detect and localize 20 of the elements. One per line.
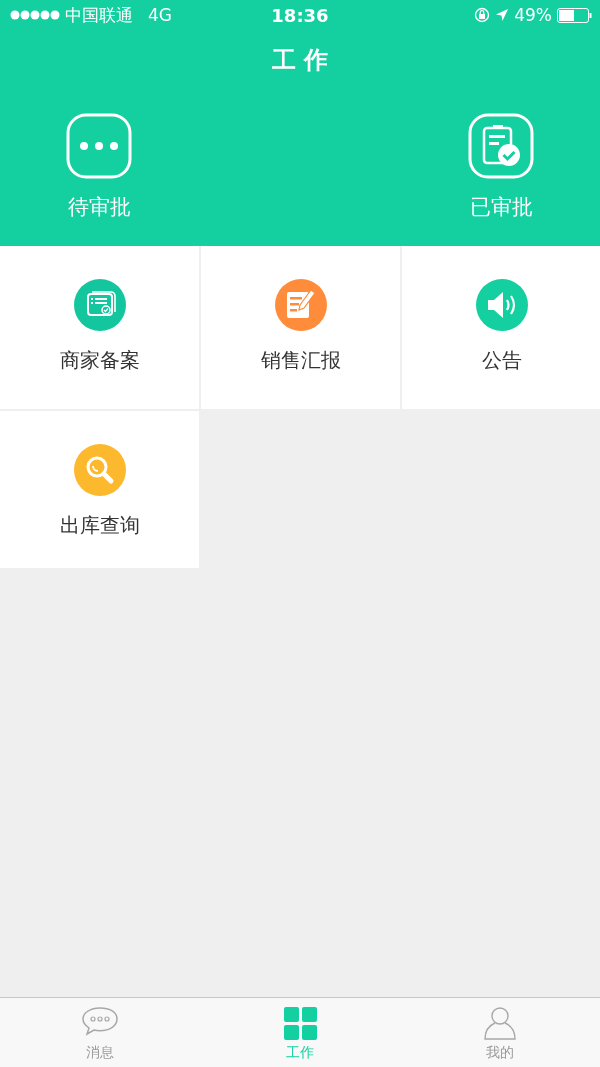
status-time: 18:36 xyxy=(271,4,329,26)
approved-button[interactable]: 已审批 xyxy=(468,113,534,221)
tab-item[interactable]: 我的 xyxy=(400,998,600,1067)
location-arrow-icon xyxy=(495,8,510,22)
battery-percent: 49% xyxy=(514,5,552,25)
grid-item[interactable]: 销售汇报 xyxy=(201,246,400,409)
network-type: 4G xyxy=(148,5,172,25)
tab-item[interactable]: 消息 xyxy=(0,998,200,1067)
page-title: 工 作 xyxy=(271,45,329,76)
battery-icon xyxy=(557,7,592,23)
grid-item[interactable]: 公告 xyxy=(402,246,600,409)
signal-icon xyxy=(10,10,60,20)
grid-item[interactable]: 出库查询 xyxy=(0,411,199,568)
pending-approval-button[interactable]: 待审批 xyxy=(66,113,132,221)
carrier-name: 中国联通 xyxy=(65,3,133,27)
grid-item[interactable]: 商家备案 xyxy=(0,246,199,409)
rotation-lock-icon xyxy=(474,7,491,23)
clipboard-check-icon xyxy=(468,113,534,179)
more-dots-icon xyxy=(66,113,132,179)
tab-item[interactable]: 工作 xyxy=(200,998,400,1067)
